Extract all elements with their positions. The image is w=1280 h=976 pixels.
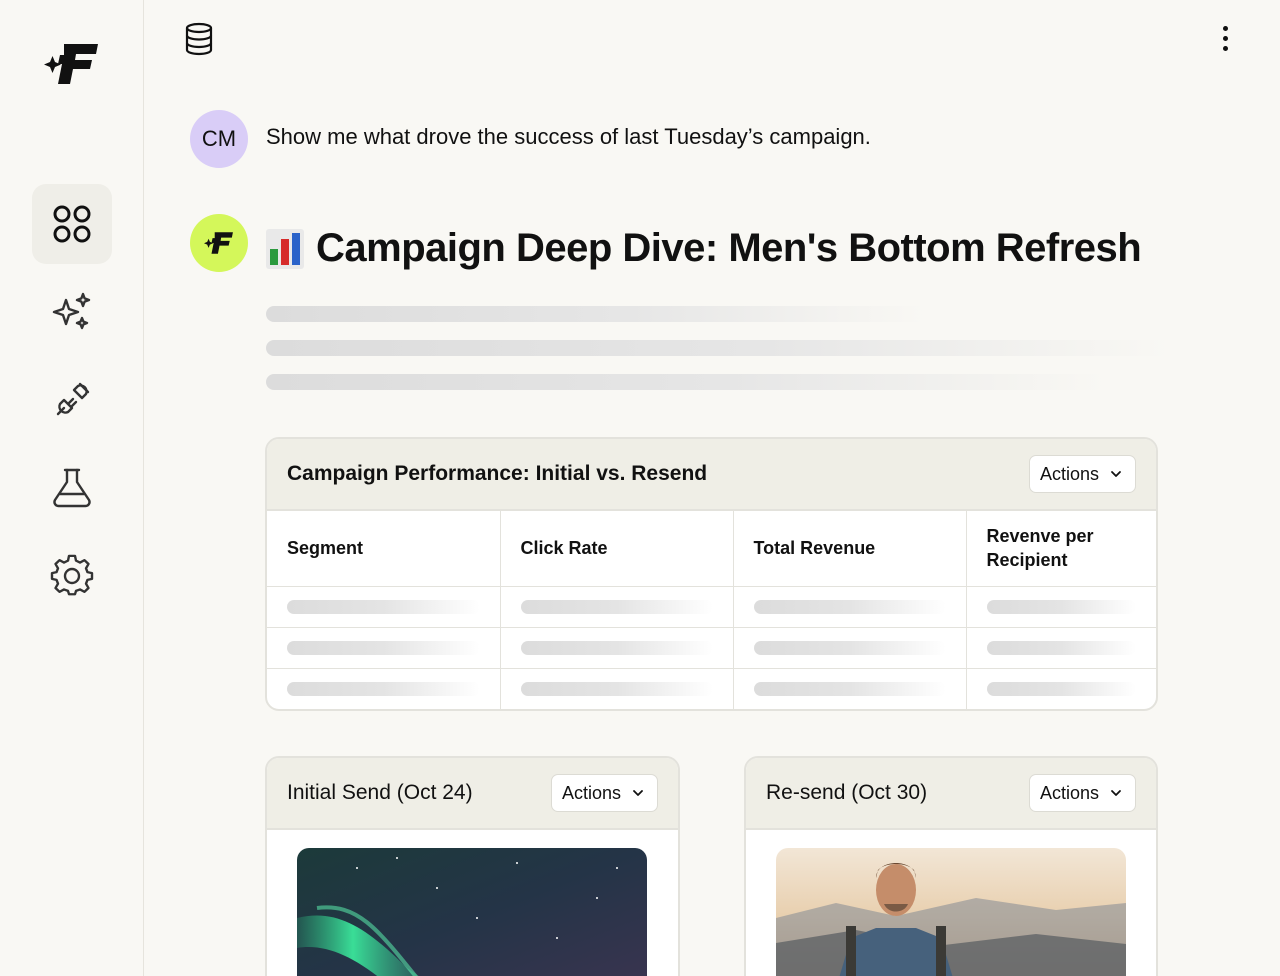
actions-button[interactable]: Actions — [1028, 774, 1136, 812]
aurora-email-image[interactable] — [297, 848, 647, 976]
chevron-down-icon — [1111, 790, 1121, 796]
database-icon[interactable] — [184, 22, 214, 56]
loading-cell — [520, 640, 713, 655]
loading-text-line — [266, 306, 926, 322]
column-header[interactable]: Segment — [267, 511, 501, 587]
actions-button[interactable]: Actions — [1028, 455, 1136, 493]
loading-cell — [520, 599, 713, 614]
loading-cell — [753, 640, 946, 655]
response-title-text: Campaign Deep Dive: Men's Bottom Refresh — [316, 226, 1142, 270]
resend-card: Re-send (Oct 30) Actions — [744, 756, 1158, 976]
plug-icon — [56, 382, 90, 416]
column-header[interactable]: Click Rate — [500, 511, 734, 587]
loading-cell — [986, 599, 1136, 614]
table-row — [267, 627, 1156, 669]
more-vertical-icon[interactable] — [1212, 22, 1238, 54]
brand-logo-small — [204, 232, 233, 254]
loading-cell — [287, 640, 480, 655]
performance-table: Segment Click Rate Total Revenue Revenve… — [267, 511, 1156, 709]
chevron-down-icon — [633, 790, 643, 796]
loading-text-line — [266, 340, 1170, 356]
sidebar-item-dashboard[interactable] — [32, 184, 112, 264]
bot-avatar — [190, 214, 248, 272]
resend-title: Re-send (Oct 30) — [766, 781, 928, 804]
initial-send-title: Initial Send (Oct 24) — [287, 781, 473, 804]
loading-text-line — [266, 374, 1106, 390]
sidebar-item-integrations[interactable] — [32, 360, 112, 440]
table-header-row: Segment Click Rate Total Revenue Revenve… — [267, 511, 1156, 587]
performance-card-title: Campaign Performance: Initial vs. Resend — [287, 462, 708, 485]
initial-send-card: Initial Send (Oct 24) Actions — [265, 756, 680, 976]
user-initials: CM — [201, 126, 237, 151]
performance-card: Campaign Performance: Initial vs. Resend… — [265, 437, 1158, 711]
brand-logo[interactable] — [44, 40, 100, 88]
gear-icon — [50, 554, 94, 596]
loading-cell — [753, 599, 946, 614]
resend-card-header: Re-send (Oct 30) Actions — [746, 758, 1156, 830]
loading-cell — [287, 599, 480, 614]
sidebar-item-ai[interactable] — [32, 272, 112, 352]
actions-label: Actions — [1039, 463, 1099, 484]
loading-cell — [986, 640, 1136, 655]
column-header[interactable]: Total Revenue — [733, 511, 967, 587]
bar-chart-emoji — [266, 228, 304, 269]
sparkles-icon — [52, 292, 91, 330]
loading-cell — [287, 681, 480, 696]
flask-icon — [53, 468, 91, 508]
loading-cell — [986, 681, 1136, 696]
actions-button[interactable]: Actions — [550, 774, 658, 812]
sidebar — [0, 0, 144, 976]
sidebar-item-settings[interactable] — [32, 536, 112, 616]
table-row — [267, 668, 1156, 709]
hiker-email-image[interactable] — [776, 848, 1126, 976]
column-header[interactable]: Revenve per Recipient — [966, 511, 1156, 587]
initial-send-card-header: Initial Send (Oct 24) Actions — [267, 758, 678, 830]
dashboard-grid-icon — [53, 205, 91, 243]
actions-label: Actions — [1039, 782, 1099, 803]
response-title: Campaign Deep Dive: Men's Bottom Refresh — [266, 226, 1142, 271]
sidebar-item-experiments[interactable] — [32, 448, 112, 528]
chevron-down-icon — [1111, 471, 1121, 477]
loading-cell — [520, 681, 713, 696]
user-message: Show me what drove the success of last T… — [266, 124, 871, 149]
performance-card-header: Campaign Performance: Initial vs. Resend… — [267, 439, 1156, 511]
table-row — [267, 586, 1156, 628]
loading-cell — [753, 681, 946, 696]
user-avatar: CM — [190, 110, 248, 168]
actions-label: Actions — [561, 782, 621, 803]
